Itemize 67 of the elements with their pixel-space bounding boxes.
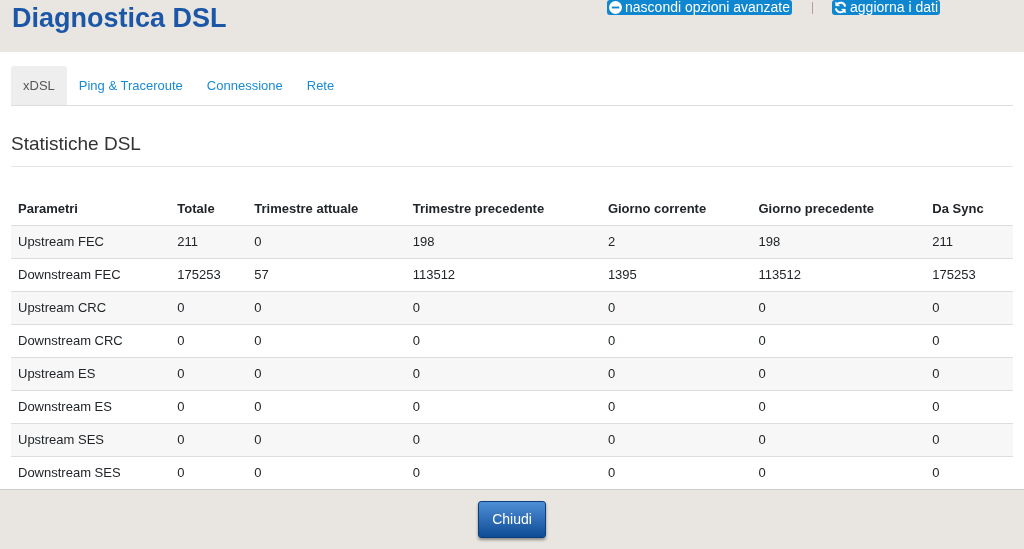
page-title: Diagnostica DSL bbox=[12, 5, 227, 35]
table-cell: 0 bbox=[751, 423, 926, 457]
table-cell: 0 bbox=[925, 324, 1013, 358]
column-header: Parametri bbox=[11, 193, 171, 226]
table-cell: 0 bbox=[925, 423, 1013, 457]
table-cell: 0 bbox=[751, 357, 926, 391]
refresh-button[interactable]: aggiorna i dati bbox=[832, 0, 940, 15]
table-cell: 0 bbox=[405, 390, 601, 424]
table-cell: 0 bbox=[247, 324, 406, 358]
hide-options-button[interactable]: nascondi opzioni avanzate bbox=[607, 0, 793, 15]
table-cell: 0 bbox=[247, 291, 406, 325]
tab[interactable]: Rete bbox=[294, 66, 347, 105]
table-cell: 0 bbox=[600, 357, 752, 391]
table-cell: 198 bbox=[751, 225, 926, 259]
table-cell: 113512 bbox=[405, 258, 601, 292]
table-cell: 0 bbox=[405, 423, 601, 457]
table-cell: 175253 bbox=[925, 258, 1013, 292]
table-cell: 0 bbox=[925, 357, 1013, 391]
table-cell: 2 bbox=[600, 225, 752, 259]
column-header: Giorno corrente bbox=[600, 193, 752, 226]
minus-circle-icon bbox=[609, 1, 623, 14]
column-header: Trimestre precedente bbox=[405, 193, 601, 226]
table-cell: 0 bbox=[170, 357, 248, 391]
table-cell: 0 bbox=[247, 225, 406, 259]
table-cell: 113512 bbox=[751, 258, 926, 292]
table-cell: Upstream SES bbox=[11, 423, 171, 457]
table-cell: Upstream ES bbox=[11, 357, 171, 391]
table-cell: Upstream FEC bbox=[11, 225, 171, 259]
table-cell: 0 bbox=[751, 390, 926, 424]
table-cell: 0 bbox=[405, 324, 601, 358]
tab[interactable]: Ping & Traceroute bbox=[66, 66, 195, 105]
section-title: Statistiche DSL bbox=[11, 129, 1013, 167]
table-cell: 0 bbox=[600, 423, 752, 457]
tab[interactable]: Connessione bbox=[194, 66, 295, 105]
table-cell: 0 bbox=[247, 423, 406, 457]
table-cell: 211 bbox=[170, 225, 248, 259]
refresh-icon bbox=[834, 1, 848, 14]
table-cell: 1395 bbox=[600, 258, 752, 292]
table-cell: 0 bbox=[925, 390, 1013, 424]
table-cell: 0 bbox=[170, 423, 248, 457]
column-header: Giorno precedente bbox=[751, 193, 926, 226]
table-cell: 0 bbox=[751, 291, 926, 325]
table-cell: 0 bbox=[600, 291, 752, 325]
table-cell: 0 bbox=[247, 390, 406, 424]
table-cell: 0 bbox=[247, 357, 406, 391]
table-cell: 0 bbox=[600, 390, 752, 424]
column-header: Totale bbox=[170, 193, 248, 226]
table-cell: 0 bbox=[751, 324, 926, 358]
table-cell: 0 bbox=[600, 324, 752, 358]
table-cell: 175253 bbox=[170, 258, 248, 292]
table-cell: 0 bbox=[925, 291, 1013, 325]
close-button[interactable]: Chiudi bbox=[478, 501, 546, 538]
table-cell: 0 bbox=[170, 390, 248, 424]
column-header: Da Sync bbox=[925, 193, 1013, 226]
table-cell: Upstream CRC bbox=[11, 291, 171, 325]
table-cell: Downstream CRC bbox=[11, 324, 171, 358]
table-cell: 0 bbox=[170, 324, 248, 358]
table-cell: 57 bbox=[247, 258, 406, 292]
table-cell: Downstream FEC bbox=[11, 258, 171, 292]
tab[interactable]: xDSL bbox=[11, 66, 67, 105]
table-cell: 0 bbox=[170, 291, 248, 325]
table-cell: 0 bbox=[405, 357, 601, 391]
table-cell: Downstream ES bbox=[11, 390, 171, 424]
column-header: Trimestre attuale bbox=[247, 193, 406, 226]
table-cell: 0 bbox=[405, 291, 601, 325]
table-cell: 211 bbox=[925, 225, 1013, 259]
table-cell: 198 bbox=[405, 225, 601, 259]
